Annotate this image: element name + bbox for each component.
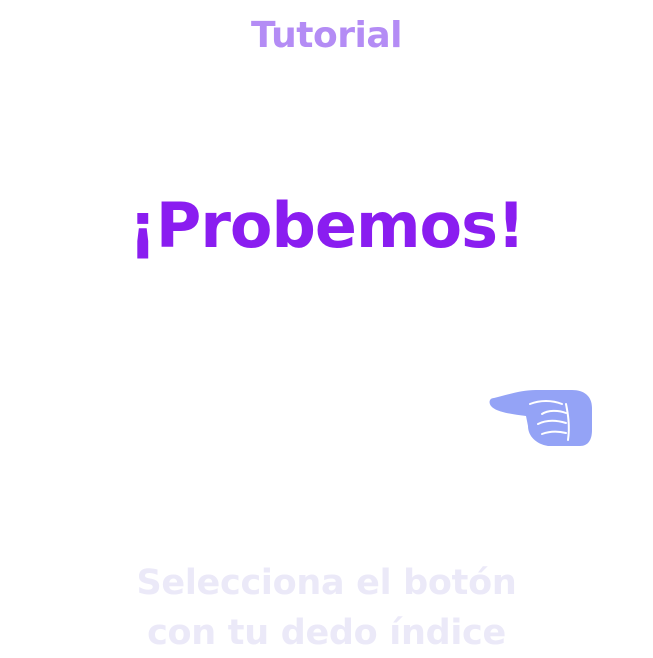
instruction-line-2: con tu dedo índice: [147, 613, 506, 653]
page-title: Tutorial: [251, 15, 402, 56]
hand-pointing-right-icon: [489, 390, 592, 446]
instruction-line-1: Selecciona el botón: [136, 563, 517, 603]
hero-heading: ¡Probemos!: [128, 189, 526, 262]
instruction-text: Selecciona el botón con tu dedo índice: [0, 558, 653, 658]
